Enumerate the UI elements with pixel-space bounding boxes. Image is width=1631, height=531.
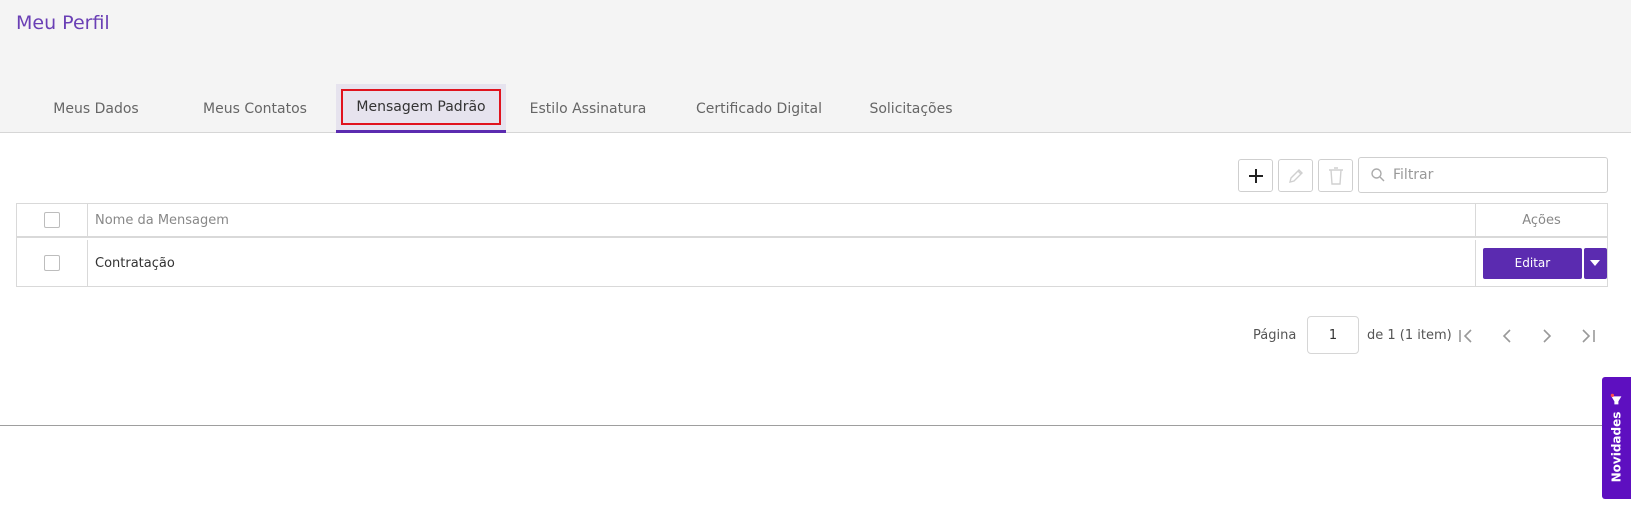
tab-estilo-assinatura[interactable]: Estilo Assinatura (520, 84, 656, 133)
tab-certificado-digital[interactable]: Certificado Digital (680, 84, 838, 133)
edit-button[interactable]: Editar (1483, 247, 1582, 279)
tab-meus-contatos[interactable]: Meus Contatos (190, 84, 320, 133)
pagination-page-label: Página (1253, 327, 1297, 343)
add-button[interactable] (1238, 159, 1273, 192)
tab-label: Solicitações (869, 100, 953, 117)
plus-icon (1248, 168, 1263, 183)
pencil-icon (1288, 168, 1303, 183)
tab-label: Meus Dados (53, 100, 139, 117)
messages-table: Nome da Mensagem Ações Contratação Edita… (16, 203, 1608, 287)
novidades-label: Novidades (1609, 411, 1624, 483)
novidades-label-wrap: Novidades (1609, 394, 1624, 483)
pagination-total: de 1 (1 item) (1367, 327, 1452, 343)
tab-label: Estilo Assinatura (529, 100, 647, 117)
delete-toolbar-button[interactable] (1318, 159, 1353, 192)
content-divider (0, 425, 1631, 426)
caret-down-icon (1590, 260, 1601, 266)
edit-toolbar-button[interactable] (1278, 159, 1313, 192)
page-title: Meu Perfil (16, 12, 110, 34)
column-header-name[interactable]: Nome da Mensagem (88, 204, 1475, 236)
novidades-side-tab[interactable]: Novidades (1602, 377, 1631, 499)
select-all-checkbox[interactable] (44, 212, 60, 228)
edit-dropdown-button[interactable] (1583, 247, 1607, 279)
page-number-input[interactable] (1307, 316, 1359, 354)
previous-page-button[interactable] (1495, 324, 1519, 348)
filter-input[interactable] (1393, 167, 1593, 183)
search-icon (1371, 168, 1385, 182)
table-header: Nome da Mensagem Ações (17, 204, 1607, 238)
next-page-button[interactable] (1535, 324, 1559, 348)
trash-icon (1328, 166, 1343, 185)
row-actions: Editar (1475, 240, 1607, 286)
last-page-icon (1582, 329, 1595, 343)
tab-mensagem-padrao[interactable]: Mensagem Padrão (336, 84, 506, 133)
tab-label: Certificado Digital (696, 100, 822, 117)
tab-label: Meus Contatos (203, 100, 307, 117)
select-all-cell (17, 204, 88, 236)
filter-field[interactable] (1358, 157, 1608, 193)
row-name: Contratação (95, 255, 175, 271)
first-page-icon (1459, 329, 1472, 343)
page-header: Meu Perfil Meus Dados Meus Contatos Mens… (0, 0, 1631, 133)
table-row[interactable]: Contratação Editar (17, 240, 1607, 286)
megaphone-icon (1610, 394, 1622, 405)
chevron-left-icon (1502, 329, 1511, 343)
last-page-button[interactable] (1575, 324, 1599, 348)
row-check-cell (17, 240, 88, 286)
row-checkbox[interactable] (44, 255, 60, 271)
tab-meus-dados[interactable]: Meus Dados (40, 84, 152, 133)
column-header-actions: Ações (1475, 204, 1607, 236)
first-page-button[interactable] (1455, 324, 1479, 348)
chevron-right-icon (1543, 329, 1552, 343)
tab-solicitacoes[interactable]: Solicitações (856, 84, 966, 133)
tab-label: Mensagem Padrão (341, 89, 501, 125)
